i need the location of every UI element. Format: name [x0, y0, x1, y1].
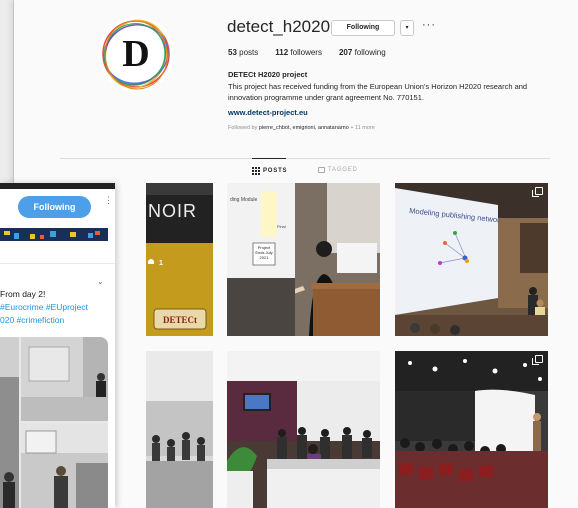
- post-thumbnail-1[interactable]: NOIR DETECt 1: [146, 183, 213, 336]
- grid-icon: [252, 167, 260, 175]
- chevron-down-icon: ▾: [405, 25, 409, 31]
- tweet-photo-1[interactable]: [0, 337, 19, 508]
- tabs-divider: [60, 158, 550, 159]
- svg-text:NOIR: NOIR: [148, 201, 197, 221]
- tweet-hashtags-1[interactable]: #Eurocrime #EUproject: [0, 301, 110, 314]
- tweet-divider: [0, 263, 115, 264]
- tweet-photo-3[interactable]: [21, 423, 108, 508]
- post-image-meeting-room: [227, 351, 380, 508]
- post-thumbnail-4[interactable]: [146, 351, 213, 508]
- tweet-media-grid[interactable]: [0, 337, 108, 508]
- profile-bio: This project has received funding from t…: [228, 82, 528, 102]
- detect-logo: D: [102, 19, 170, 90]
- profile-banner: [0, 183, 115, 189]
- carousel-icon: [532, 355, 543, 365]
- post-image-audience: [146, 351, 213, 508]
- tweet-line-1: From day 2!: [0, 289, 46, 299]
- tweet-hashtags-2[interactable]: 020 #crimefiction: [0, 314, 110, 327]
- tab-tagged[interactable]: TAGGED: [318, 167, 358, 173]
- svg-text:Final: Final: [277, 224, 286, 229]
- twitter-window: Following ⋮ ⌄ From day 2! #Eurocrime #EU…: [0, 183, 115, 508]
- profile-username: detect_h2020: [227, 17, 331, 36]
- tag-icon: [318, 167, 325, 173]
- followers-stat[interactable]: 112 followers: [275, 48, 322, 57]
- following-button[interactable]: Following: [331, 20, 395, 36]
- svg-text:1: 1: [159, 260, 163, 267]
- post-thumbnail-3[interactable]: Modeling publishing networks: [395, 183, 548, 336]
- profile-website-link[interactable]: www.detect-project.eu: [228, 108, 308, 117]
- carousel-icon: [532, 187, 543, 197]
- screen: D detect_h2020 Following ▾ ··· 53 posts …: [0, 0, 578, 508]
- post-thumbnail-2[interactable]: ding Module Final Project Ends July 2021: [227, 183, 380, 336]
- profile-avatar[interactable]: D: [98, 16, 174, 92]
- svg-text:D: D: [122, 33, 149, 75]
- post-thumbnail-5[interactable]: [227, 351, 380, 508]
- suggested-dropdown-button[interactable]: ▾: [400, 20, 414, 36]
- followed-by[interactable]: Followed by pierre_chbot, emigrioni, ann…: [228, 125, 375, 131]
- following-stat[interactable]: 207 following: [339, 48, 386, 57]
- more-options-icon[interactable]: ···: [422, 19, 436, 31]
- media-strip: [0, 228, 108, 241]
- post-image-auditorium: [395, 351, 548, 508]
- background-window-edge: [0, 0, 14, 183]
- post-thumbnail-6[interactable]: [395, 351, 548, 508]
- more-vertical-icon[interactable]: ⋮: [104, 196, 113, 205]
- media-strip-image: [0, 229, 108, 241]
- post-image-presentation: ding Module Final Project Ends July 2021: [227, 183, 380, 336]
- tweet-photo-2[interactable]: [21, 337, 108, 421]
- tab-posts[interactable]: POSTS: [252, 158, 287, 175]
- svg-text:DETECt: DETECt: [163, 315, 197, 325]
- profile-full-name: DETECt H2020 project: [228, 70, 308, 79]
- post-image-lecture-hall: Modeling publishing networks: [395, 183, 548, 336]
- posts-stat: 53 posts: [228, 48, 259, 57]
- twitter-following-button[interactable]: Following: [18, 196, 91, 218]
- svg-text:ding Module: ding Module: [230, 197, 257, 203]
- post-image-noir: NOIR DETECt 1: [146, 183, 213, 336]
- tweet-text: From day 2! #Eurocrime #EUproject 020 #c…: [0, 288, 110, 327]
- chevron-down-icon[interactable]: ⌄: [97, 277, 104, 286]
- profile-stats: 53 posts 112 followers 207 following: [228, 48, 386, 57]
